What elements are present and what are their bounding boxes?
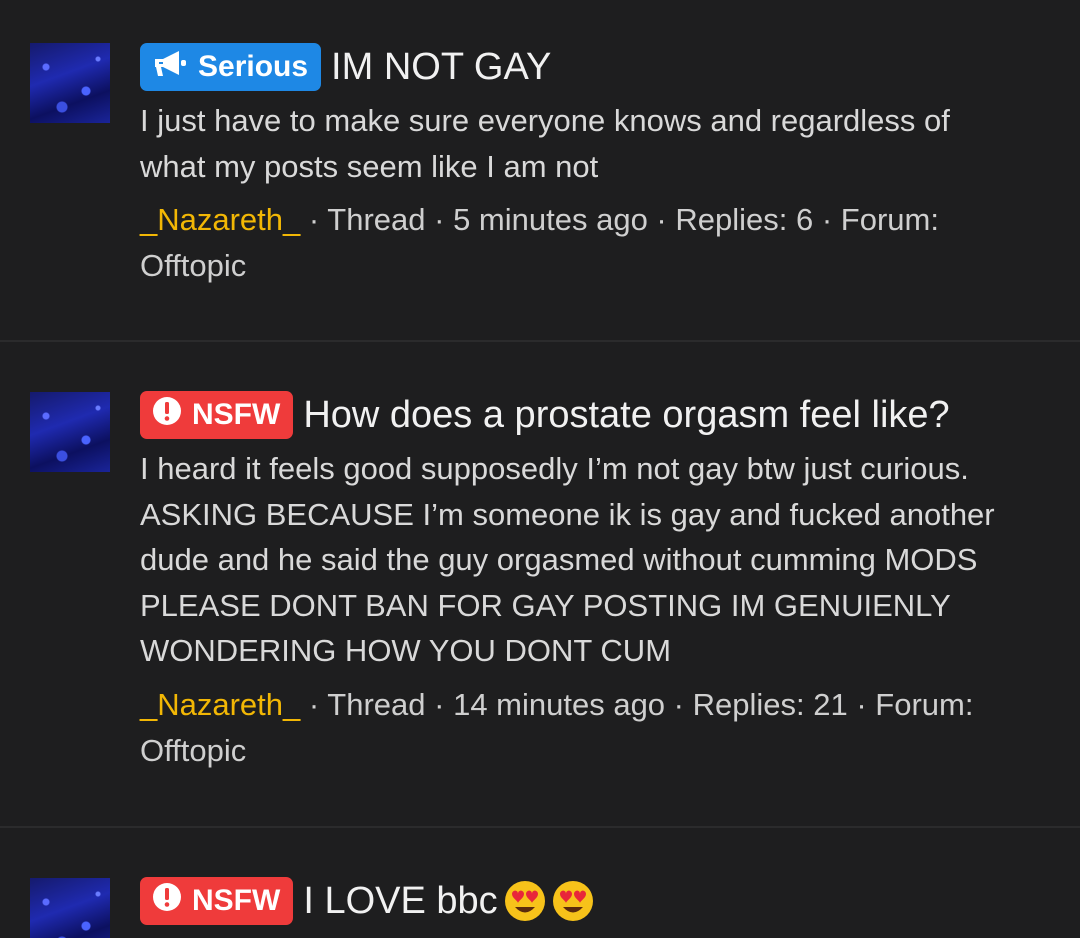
forum-link[interactable]: Offtopic (140, 248, 246, 283)
snippet-line: ASKING BECAUSE I’m someone ik is gay and… (140, 496, 995, 532)
heart-eyes-emoji-icon (552, 880, 594, 922)
snippet-line: what my posts seem like I am not (140, 148, 599, 184)
thread-meta: _Nazareth_ · Thread · 5 minutes ago · Re… (140, 202, 939, 283)
author-link[interactable]: _Nazareth_ (140, 687, 300, 722)
thread-item[interactable]: NSFW I LOVE bbc (0, 828, 1080, 938)
thread-item[interactable]: NSFW How does a prostate orgasm feel lik… (0, 342, 1080, 828)
thread-time: 5 minutes ago (453, 202, 648, 237)
thread-type: Thread (327, 686, 426, 722)
thread-snippet: I heard it feels good supposedly I’m not… (140, 446, 1040, 674)
snippet-line: I just have to make sure everyone knows … (140, 103, 950, 138)
snippet-line: I heard it feels good supposedly I’m not… (140, 451, 969, 486)
avatar[interactable] (30, 392, 110, 472)
thread-meta: _Nazareth_ · Thread · 14 minutes ago · R… (140, 686, 974, 768)
thread-type: Thread (327, 202, 426, 237)
snippet-line: PLEASE DONT BAN FOR GAY POSTING IM GENUI… (140, 587, 951, 623)
prefix-label: Serious (198, 50, 309, 83)
prefix-badge-nsfw[interactable]: NSFW (140, 391, 294, 439)
author-link[interactable]: _Nazareth_ (140, 202, 300, 237)
reply-count: Replies: 21 (692, 686, 848, 722)
heart-eyes-emoji-icon (504, 880, 546, 922)
exclamation-circle-icon (152, 396, 182, 434)
forum-link[interactable]: Offtopic (140, 733, 246, 768)
snippet-line: WONDERING HOW YOU DONT CUM (140, 633, 672, 668)
prefix-badge-serious[interactable]: Serious (140, 43, 322, 91)
prefix-label: NSFW (192, 884, 281, 917)
avatar[interactable] (30, 878, 110, 938)
forum-label: Forum: (840, 202, 939, 237)
prefix-label: NSFW (192, 398, 281, 431)
snippet-line: dude and he said the guy orgasmed withou… (140, 542, 978, 577)
thread-title[interactable]: I LOVE bbc (303, 880, 497, 923)
thread-time: 14 minutes ago (453, 686, 666, 722)
thread-title[interactable]: How does a prostate orgasm feel like? (303, 394, 949, 437)
exclamation-circle-icon (152, 882, 182, 920)
thread-title-line[interactable]: NSFW I LOVE bbc (140, 876, 1040, 926)
avatar[interactable] (30, 43, 110, 123)
thread-snippet: I just have to make sure everyone knows … (140, 98, 1040, 189)
thread-feed: Serious IM NOT GAY I just have to make s… (0, 0, 1080, 938)
thread-title[interactable]: IM NOT GAY (331, 46, 551, 89)
thread-title-line[interactable]: Serious IM NOT GAY (140, 42, 1040, 92)
thread-title-line[interactable]: NSFW How does a prostate orgasm feel lik… (140, 390, 1040, 440)
megaphone-icon (152, 48, 188, 86)
thread-item[interactable]: Serious IM NOT GAY I just have to make s… (0, 0, 1080, 342)
prefix-badge-nsfw[interactable]: NSFW (140, 877, 294, 925)
reply-count: Replies: 6 (675, 202, 814, 237)
forum-label: Forum: (875, 686, 974, 722)
